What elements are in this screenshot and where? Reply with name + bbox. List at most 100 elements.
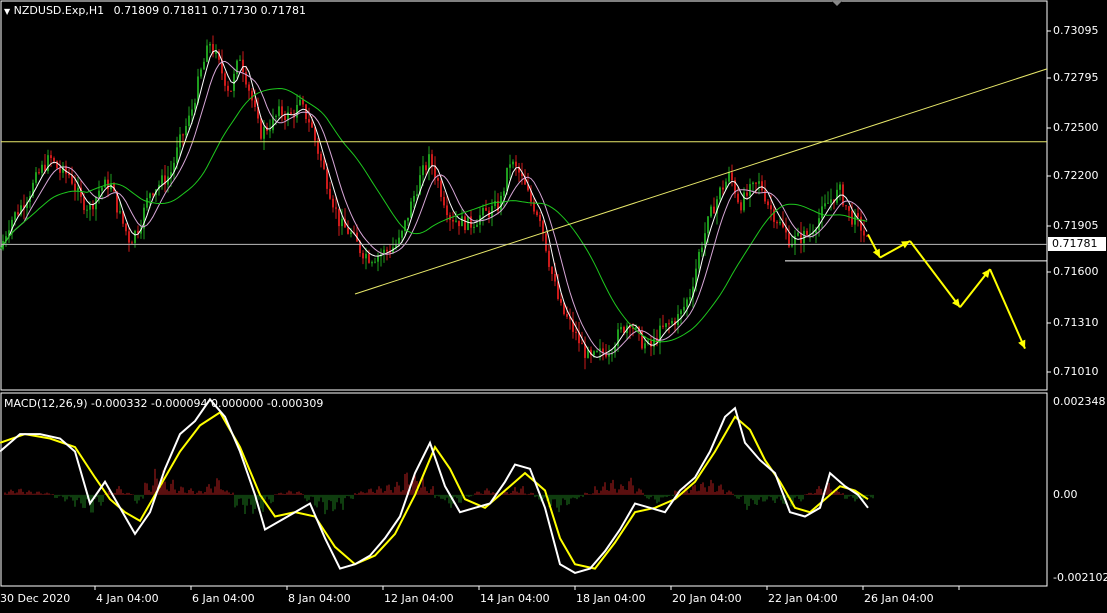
time-axis-label: 26 Jan 04:00 — [864, 592, 934, 605]
candle-body — [560, 298, 562, 303]
candle-body — [581, 343, 583, 345]
candle-body — [41, 164, 43, 173]
candle-body — [83, 196, 85, 211]
candle-body — [707, 216, 709, 234]
candle-body — [203, 61, 205, 70]
candle-body — [416, 194, 418, 197]
candle-body — [131, 242, 133, 244]
time-axis-label: 14 Jan 04:00 — [480, 592, 550, 605]
candle-body — [755, 182, 757, 184]
candle-body — [311, 122, 313, 128]
macd-main-line — [0, 397, 869, 574]
collapse-triangle-icon[interactable]: ▼ — [4, 7, 10, 16]
candle-body — [806, 230, 808, 235]
candle-body — [278, 106, 280, 116]
macd-axis-label: -0.002102 — [1053, 571, 1107, 584]
candle-body — [38, 172, 40, 174]
candle-body — [422, 165, 424, 176]
candle-body — [125, 223, 127, 232]
candle-body — [509, 164, 511, 168]
ma-fast-line — [0, 49, 868, 358]
candle-body — [794, 235, 796, 244]
candle-body — [461, 216, 463, 227]
candle-body — [35, 172, 37, 183]
candle-body — [476, 224, 478, 227]
candle-body — [14, 212, 16, 220]
candle-body — [686, 299, 688, 307]
candle-body — [224, 73, 226, 86]
candle-body — [464, 216, 466, 230]
candle-body — [77, 187, 79, 191]
candle-body — [323, 160, 325, 170]
price-axis-label: 0.71010 — [1053, 365, 1099, 378]
candle-body — [335, 207, 337, 209]
candle-body — [758, 181, 760, 184]
candle-body — [779, 222, 781, 224]
candle-body — [662, 325, 664, 327]
candle-body — [440, 180, 442, 197]
time-axis-label: 6 Jan 04:00 — [192, 592, 255, 605]
candle-body — [188, 115, 190, 126]
price-axis-label: 0.71600 — [1053, 265, 1099, 278]
candle-body — [710, 206, 712, 217]
candle-body — [347, 227, 349, 234]
price-panel-frame — [0, 0, 1048, 391]
candle-body — [98, 190, 100, 197]
candle-body — [536, 211, 538, 216]
candle-body — [296, 104, 298, 118]
candle-body — [200, 69, 202, 77]
candle-body — [206, 45, 208, 62]
candle-body — [401, 231, 403, 238]
candle-body — [134, 230, 136, 244]
candle-body — [845, 205, 847, 207]
candle-body — [482, 208, 484, 216]
candle-body — [59, 168, 61, 173]
candle-body — [53, 158, 55, 162]
candle-body — [251, 90, 253, 101]
candle-body — [821, 206, 823, 219]
ma-slow-line — [0, 87, 868, 343]
candle-body — [341, 218, 343, 227]
candle-body — [644, 343, 646, 349]
candle-body — [365, 253, 367, 259]
candle-body — [179, 134, 181, 148]
candle-body — [254, 100, 256, 107]
chart-canvas[interactable] — [0, 0, 1107, 609]
candle-body — [668, 323, 670, 325]
candle-body — [374, 261, 376, 263]
candle-body — [761, 181, 763, 191]
candle-body — [407, 217, 409, 221]
macd-header: MACD(12,26,9) -0.000332 -0.000094 0.0000… — [4, 397, 324, 410]
candle-body — [740, 202, 742, 211]
candle-body — [410, 201, 412, 218]
candle-body — [263, 126, 265, 139]
candle-body — [332, 198, 334, 208]
candle-body — [413, 196, 415, 202]
candle-body — [248, 84, 250, 91]
candle-body — [398, 237, 400, 245]
candle-body — [458, 220, 460, 227]
candle-body — [119, 211, 121, 213]
candle-body — [305, 104, 307, 120]
candle-body — [161, 175, 163, 185]
macd-axis-label: 0.002348 — [1053, 395, 1106, 408]
candle-body — [152, 193, 154, 196]
candle-body — [863, 230, 865, 236]
candle-body — [698, 251, 700, 269]
candle-body — [650, 340, 652, 347]
candle-body — [371, 262, 373, 264]
candle-body — [848, 206, 850, 211]
candle-body — [149, 193, 151, 199]
candle-body — [386, 249, 388, 252]
candle-body — [722, 187, 724, 190]
candle-body — [182, 134, 184, 136]
candle-body — [86, 209, 88, 211]
candle-body — [830, 199, 832, 203]
candle-body — [770, 205, 772, 210]
candle-body — [329, 188, 331, 199]
candle-body — [467, 216, 469, 230]
candle-body — [593, 351, 595, 356]
candle-body — [425, 165, 427, 171]
candle-body — [776, 221, 778, 224]
candle-body — [539, 215, 541, 222]
